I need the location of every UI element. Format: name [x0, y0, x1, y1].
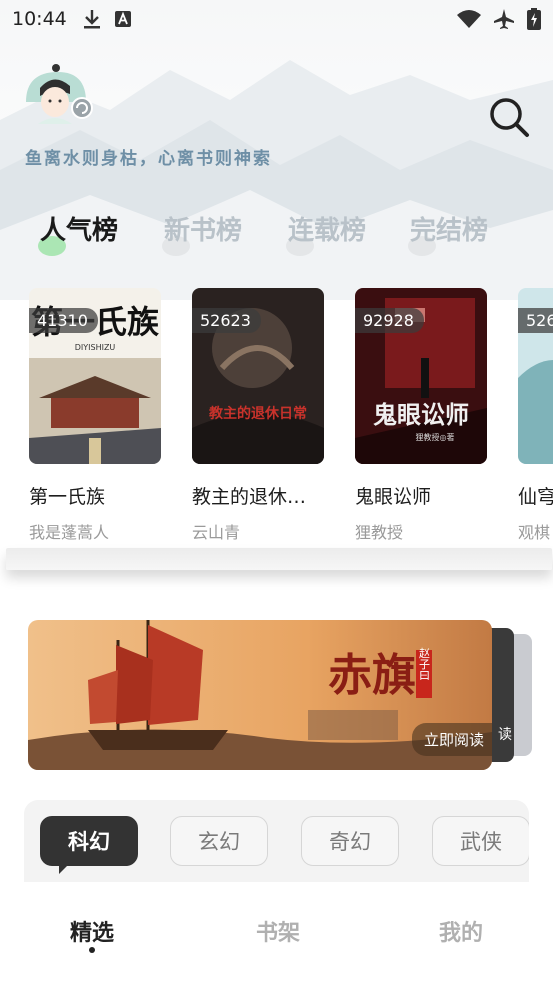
- genre-chip-scifi[interactable]: 科幻: [40, 816, 138, 874]
- nav-bookshelf[interactable]: 书架: [256, 915, 300, 947]
- slogan-text: 鱼离水则身枯，心离书则神索: [25, 149, 272, 169]
- book-carousel: 第一氏族 DIYISHIZU 41310 第一氏族 我是蓬蒿人 教主的退休日常 …: [0, 288, 553, 548]
- cover-title: 教主的退休日常: [209, 405, 307, 422]
- banner-author-seal: 赵子曰: [418, 646, 431, 680]
- book-card[interactable]: 鬼眼讼师 狸教授◎著 92928 鬼眼讼师 狸教授: [355, 288, 489, 543]
- popularity-badge: 52623: [192, 308, 261, 333]
- wifi-icon: [457, 10, 481, 28]
- genre-chip-fantasy[interactable]: 奇幻: [301, 816, 399, 866]
- book-author: 狸教授: [355, 523, 404, 542]
- genre-chip-wuxia[interactable]: 武侠: [432, 816, 529, 866]
- book-card[interactable]: 第一氏族 DIYISHIZU 41310 第一氏族 我是蓬蒿人: [29, 288, 163, 543]
- book-card[interactable]: 526 仙穹 观棋: [518, 288, 553, 543]
- status-time: 10:44: [12, 8, 67, 30]
- popularity-badge: 92928: [355, 308, 424, 333]
- book-author: 观棋: [518, 523, 551, 542]
- status-bar: 10:44: [0, 0, 553, 38]
- shelf-divider: [6, 548, 552, 570]
- popularity-badge: 41310: [29, 308, 98, 333]
- book-author: 云山青: [192, 523, 241, 542]
- bottom-nav: 精选 书架 我的: [0, 883, 553, 983]
- genre-chip-xuanhuan[interactable]: 玄幻: [170, 816, 268, 866]
- tab-serializing[interactable]: 连载榜: [286, 210, 366, 256]
- book-cover[interactable]: 第一氏族 DIYISHIZU 41310: [29, 288, 161, 464]
- book-cover[interactable]: 教主的退休日常 52623: [192, 288, 324, 464]
- book-title: 鬼眼讼师: [355, 486, 432, 508]
- banner-carousel[interactable]: 读 赤旗 赵子曰 立即阅读: [28, 620, 538, 770]
- tab-new-books[interactable]: 新书榜: [162, 210, 242, 256]
- banner-title: 赤旗: [328, 650, 416, 701]
- book-author: 我是蓬蒿人: [29, 523, 110, 542]
- nav-active-dot: [89, 947, 95, 953]
- cover-subtitle: 狸教授◎著: [416, 432, 455, 442]
- tab-popular[interactable]: 人气榜: [38, 210, 118, 256]
- book-cover[interactable]: 鬼眼讼师 狸教授◎著 92928: [355, 288, 487, 464]
- banner-back-cta: 读: [498, 727, 512, 743]
- banner-card[interactable]: 赤旗 赵子曰 立即阅读: [28, 620, 492, 770]
- airplane-icon: [494, 9, 514, 29]
- battery-charging-icon: [527, 8, 541, 30]
- nav-profile[interactable]: 我的: [439, 915, 483, 947]
- book-card[interactable]: 教主的退休日常 52623 教主的退休… 云山青: [192, 288, 326, 543]
- book-title: 仙穹: [518, 486, 553, 508]
- book-title: 第一氏族: [29, 486, 106, 508]
- read-now-button[interactable]: 立即阅读: [411, 723, 492, 756]
- cover-subtitle: DIYISHIZU: [75, 343, 116, 352]
- popularity-badge: 526: [518, 308, 553, 333]
- font-a-icon: [114, 11, 131, 27]
- book-cover[interactable]: 526: [518, 288, 553, 464]
- genre-filter-bar: 科幻 玄幻 奇幻 武侠: [24, 800, 529, 882]
- avatar-icon[interactable]: [24, 64, 94, 124]
- rank-tabs: 人气榜 新书榜 连载榜 完结榜: [0, 210, 553, 270]
- nav-featured[interactable]: 精选: [70, 915, 114, 947]
- search-icon[interactable]: [488, 96, 530, 138]
- book-title: 教主的退休…: [192, 486, 307, 508]
- tab-completed[interactable]: 完结榜: [408, 210, 488, 256]
- download-icon: [83, 10, 100, 29]
- cover-title: 鬼眼讼师: [373, 400, 469, 429]
